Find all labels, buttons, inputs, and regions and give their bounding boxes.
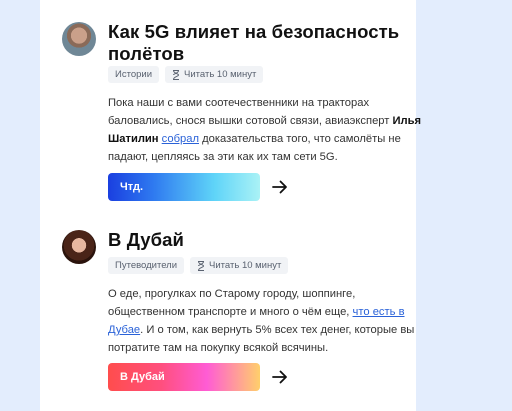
category-label: Путеводители bbox=[115, 260, 178, 271]
article-title[interactable]: Как 5G влияет на безопасность полётов bbox=[108, 21, 408, 65]
article-actions: В Дубай bbox=[108, 363, 308, 391]
arrow-right-icon[interactable] bbox=[272, 369, 288, 385]
excerpt-link[interactable]: собрал bbox=[162, 133, 199, 145]
article-title[interactable]: В Дубай bbox=[108, 229, 408, 251]
read-time-badge: Читать 10 минут bbox=[165, 66, 264, 83]
read-time-label: Читать 10 минут bbox=[184, 69, 257, 80]
read-button[interactable]: Чтд. bbox=[108, 173, 260, 201]
article-excerpt: О еде, прогулках по Старому городу, шопп… bbox=[108, 285, 428, 357]
hourglass-icon bbox=[198, 260, 205, 271]
excerpt-text: О еде, прогулках по Старому городу, шопп… bbox=[108, 288, 356, 318]
read-time-badge: Читать 10 минут bbox=[190, 257, 289, 274]
arrow-right-icon[interactable] bbox=[272, 179, 288, 195]
author-avatar[interactable] bbox=[62, 230, 96, 264]
feed-card: Как 5G влияет на безопасность полётов Ис… bbox=[40, 0, 421, 411]
category-label: Истории bbox=[115, 69, 153, 80]
author-avatar[interactable] bbox=[62, 22, 96, 56]
article-tags: Истории Читать 10 минут bbox=[108, 66, 264, 83]
read-button[interactable]: В Дубай bbox=[108, 363, 260, 391]
excerpt-text: Пока наши с вами соотечественники на тра… bbox=[108, 97, 393, 127]
hourglass-icon bbox=[173, 69, 180, 80]
category-tag[interactable]: Путеводители bbox=[108, 257, 185, 274]
category-tag[interactable]: Истории bbox=[108, 66, 160, 83]
article-tags: Путеводители Читать 10 минут bbox=[108, 257, 289, 274]
article-excerpt: Пока наши с вами соотечественники на тра… bbox=[108, 94, 428, 166]
article-actions: Чтд. bbox=[108, 173, 308, 201]
excerpt-text: . И о том, как вернуть 5% всех тех денег… bbox=[108, 324, 415, 354]
read-time-label: Читать 10 минут bbox=[209, 260, 282, 271]
